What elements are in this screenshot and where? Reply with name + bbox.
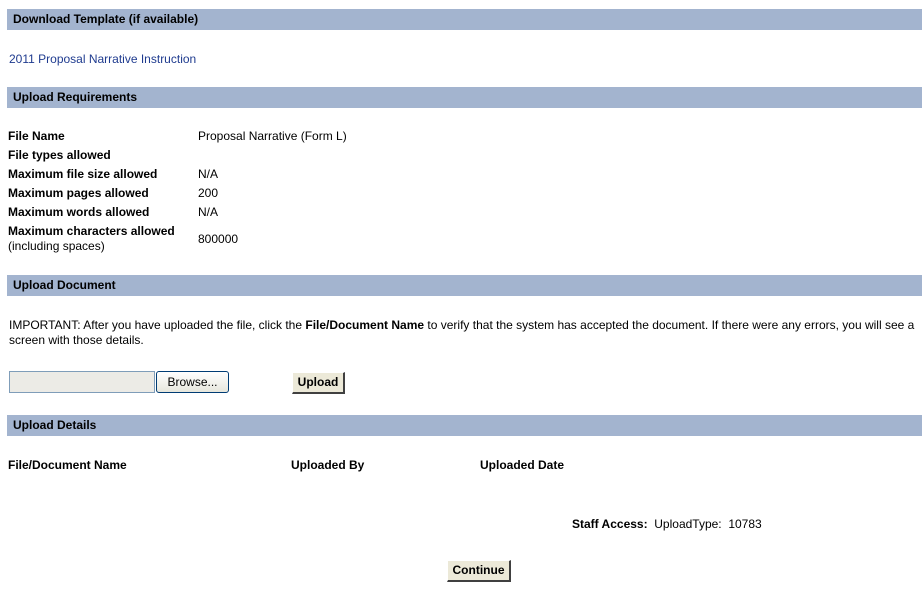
- continue-button[interactable]: Continue: [447, 560, 511, 582]
- requirement-label-max-words: Maximum words allowed: [8, 205, 150, 219]
- column-header-file-document-name: File/Document Name: [8, 458, 127, 472]
- requirement-label-max-characters: Maximum characters allowed: [8, 224, 175, 238]
- requirement-label-file-types: File types allowed: [8, 148, 111, 162]
- staff-access-label: Staff Access:: [572, 517, 648, 531]
- upload-type-label: UploadType:: [654, 517, 722, 531]
- requirement-value-max-characters: 800000: [198, 232, 239, 246]
- requirement-sublabel-including-spaces: (including spaces): [8, 239, 105, 253]
- template-download-link[interactable]: 2011 Proposal Narrative Instruction: [9, 52, 196, 66]
- important-notice: IMPORTANT: After you have uploaded the f…: [9, 318, 919, 348]
- important-prefix: IMPORTANT: After you have uploaded the f…: [9, 318, 306, 332]
- upload-type-value: 10783: [728, 517, 762, 531]
- important-bold-file-document-name: File/Document Name: [305, 318, 425, 332]
- upload-requirements-header: Upload Requirements: [7, 87, 922, 108]
- column-header-uploaded-by: Uploaded By: [291, 458, 365, 472]
- requirement-label-max-file-size: Maximum file size allowed: [8, 167, 158, 181]
- upload-details-header: Upload Details: [7, 415, 922, 436]
- requirement-value-max-words: N/A: [198, 205, 219, 219]
- staff-access-info: Staff Access: UploadType: 10783: [572, 517, 762, 531]
- file-path-input[interactable]: [9, 371, 155, 393]
- requirement-value-max-file-size: N/A: [198, 167, 219, 181]
- requirement-value-max-pages: 200: [198, 186, 219, 200]
- requirement-label-max-pages: Maximum pages allowed: [8, 186, 149, 200]
- upload-button[interactable]: Upload: [292, 372, 345, 394]
- requirement-label-file-name: File Name: [8, 129, 65, 143]
- requirement-value-file-name: Proposal Narrative (Form L): [198, 129, 347, 143]
- column-header-uploaded-date: Uploaded Date: [480, 458, 565, 472]
- browse-button[interactable]: Browse...: [156, 371, 229, 393]
- download-template-header: Download Template (if available): [7, 9, 922, 30]
- upload-document-header: Upload Document: [7, 275, 922, 296]
